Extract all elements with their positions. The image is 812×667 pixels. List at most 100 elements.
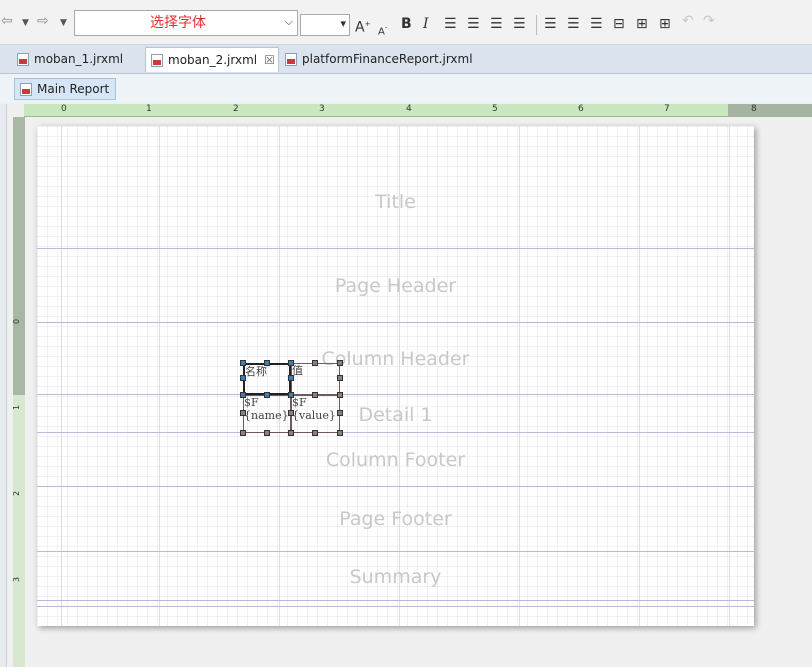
- forward-dropdown-icon[interactable]: ▼: [60, 18, 67, 28]
- resize-handle[interactable]: [240, 360, 246, 366]
- band-page-header-label: Page Header: [334, 275, 457, 297]
- field-expression: {value}: [292, 409, 336, 422]
- header-name-text: 名称: [245, 365, 267, 378]
- ruler-number: 5: [492, 104, 498, 114]
- band-summary-label: Summary: [349, 566, 442, 588]
- back-arrow-icon[interactable]: ⇦: [1, 14, 13, 28]
- align-right-icon[interactable]: ☰: [490, 16, 503, 32]
- grow-font-label: A: [355, 19, 365, 36]
- band-separator[interactable]: [37, 486, 754, 487]
- left-panel-edge: [0, 104, 7, 667]
- chevron-down-icon: ▾: [340, 17, 346, 30]
- shrink-font-label: A: [378, 26, 385, 38]
- grid-layout-icon[interactable]: ⊞: [659, 16, 671, 32]
- band-page-footer-label: Page Footer: [339, 508, 452, 530]
- align-justify-icon[interactable]: ☰: [513, 16, 526, 32]
- tab-label: platformFinanceReport.jrxml: [302, 52, 473, 66]
- resize-handle[interactable]: [337, 410, 343, 416]
- static-text-value-header[interactable]: 值: [291, 363, 340, 395]
- band-separator[interactable]: [37, 600, 754, 601]
- resize-handle[interactable]: [240, 375, 246, 381]
- align-bottom-icon[interactable]: ☰: [590, 16, 603, 32]
- ruler-number: 0: [12, 318, 22, 325]
- shrink-font-button[interactable]: A-: [378, 20, 387, 40]
- report-file-icon: [17, 53, 29, 66]
- align-center-icon[interactable]: ☰: [467, 16, 480, 32]
- band-column-header-label: Column Header: [321, 348, 470, 370]
- tab-label: moban_2.jrxml: [168, 53, 258, 67]
- report-navigation-bar: Main Report: [0, 74, 812, 102]
- undo-icon[interactable]: ↶: [682, 14, 694, 28]
- resize-handle[interactable]: [264, 360, 270, 366]
- text-field-name[interactable]: $F {name}: [243, 395, 291, 433]
- resize-handle[interactable]: [312, 430, 318, 436]
- resize-handle[interactable]: [240, 392, 246, 398]
- ruler-number: 0: [61, 104, 67, 114]
- align-left-icon[interactable]: ☰: [444, 16, 457, 32]
- resize-handle[interactable]: [312, 360, 318, 366]
- resize-handle[interactable]: [288, 410, 294, 416]
- ruler-number: 7: [664, 104, 670, 114]
- band-separator[interactable]: [37, 394, 754, 395]
- ruler-number: 2: [233, 104, 239, 114]
- resize-handle[interactable]: [240, 430, 246, 436]
- vertical-ruler: 0 1 2 3: [12, 117, 25, 667]
- grow-font-button[interactable]: A+: [355, 16, 370, 36]
- font-family-value: 选择字体: [150, 15, 206, 31]
- ruler-number: 3: [319, 104, 325, 114]
- bold-button[interactable]: B: [401, 16, 412, 32]
- band-separator[interactable]: [37, 551, 754, 552]
- report-file-icon: [20, 83, 32, 96]
- resize-handle[interactable]: [312, 392, 318, 398]
- resize-handle[interactable]: [288, 360, 294, 366]
- ruler-number: 8: [751, 104, 757, 114]
- text-field-value[interactable]: $F {value}: [291, 395, 340, 433]
- ruler-margin: [728, 104, 812, 116]
- chevron-down-icon: ⌵: [284, 15, 293, 28]
- resize-handle[interactable]: [337, 375, 343, 381]
- close-icon[interactable]: ☒: [264, 53, 275, 67]
- forward-arrow-icon[interactable]: ⇨: [37, 14, 49, 28]
- band-title-label: Title: [375, 191, 416, 213]
- static-text-name-header[interactable]: 名称: [243, 363, 291, 395]
- distribute-horizontal-icon[interactable]: ⊞: [636, 16, 648, 32]
- main-report-label: Main Report: [37, 82, 110, 96]
- resize-handle[interactable]: [264, 392, 270, 398]
- resize-handle[interactable]: [337, 360, 343, 366]
- resize-handle[interactable]: [288, 375, 294, 381]
- resize-handle[interactable]: [288, 430, 294, 436]
- tab-moban-2[interactable]: moban_2.jrxml ☒: [145, 47, 279, 72]
- band-separator[interactable]: [37, 322, 754, 323]
- tab-moban-1[interactable]: moban_1.jrxml: [12, 47, 123, 72]
- distribute-vertical-icon[interactable]: ⊟: [613, 16, 625, 32]
- font-size-select[interactable]: ▾: [300, 14, 350, 36]
- field-expression: {name}: [244, 409, 289, 422]
- font-family-select[interactable]: 选择字体 ⌵: [74, 10, 298, 36]
- band-separator[interactable]: [37, 248, 754, 249]
- resize-handle[interactable]: [337, 430, 343, 436]
- tab-label: moban_1.jrxml: [34, 52, 124, 66]
- redo-icon[interactable]: ↷: [703, 14, 715, 28]
- align-middle-icon[interactable]: ☰: [567, 16, 580, 32]
- ruler-number: 3: [12, 576, 22, 583]
- band-detail-label: Detail 1: [358, 404, 433, 426]
- ruler-number: 6: [578, 104, 584, 114]
- ruler-number: 2: [12, 490, 22, 497]
- tab-platform-finance-report[interactable]: platformFinanceReport.jrxml: [280, 47, 473, 72]
- align-top-icon[interactable]: ☰: [544, 16, 557, 32]
- ruler-number: 1: [146, 104, 152, 114]
- resize-handle[interactable]: [264, 430, 270, 436]
- resize-handle[interactable]: [337, 392, 343, 398]
- band-separator[interactable]: [37, 432, 754, 433]
- resize-handle[interactable]: [288, 392, 294, 398]
- band-separator[interactable]: [37, 606, 754, 607]
- toolbar: ⇦ ▼ ⇨ ▼ 选择字体 ⌵ ▾ A+ A- B I ☰ ☰ ☰ ☰ ☰ ☰ ☰…: [0, 0, 812, 45]
- main-report-button[interactable]: Main Report: [14, 78, 117, 100]
- italic-button[interactable]: I: [423, 16, 429, 32]
- report-file-icon: [151, 54, 163, 67]
- ruler-number: 1: [12, 404, 22, 411]
- back-dropdown-icon[interactable]: ▼: [22, 18, 29, 28]
- resize-handle[interactable]: [240, 410, 246, 416]
- report-page[interactable]: Title Page Header Column Header Detail 1…: [37, 126, 754, 626]
- band-column-footer-label: Column Footer: [325, 449, 466, 471]
